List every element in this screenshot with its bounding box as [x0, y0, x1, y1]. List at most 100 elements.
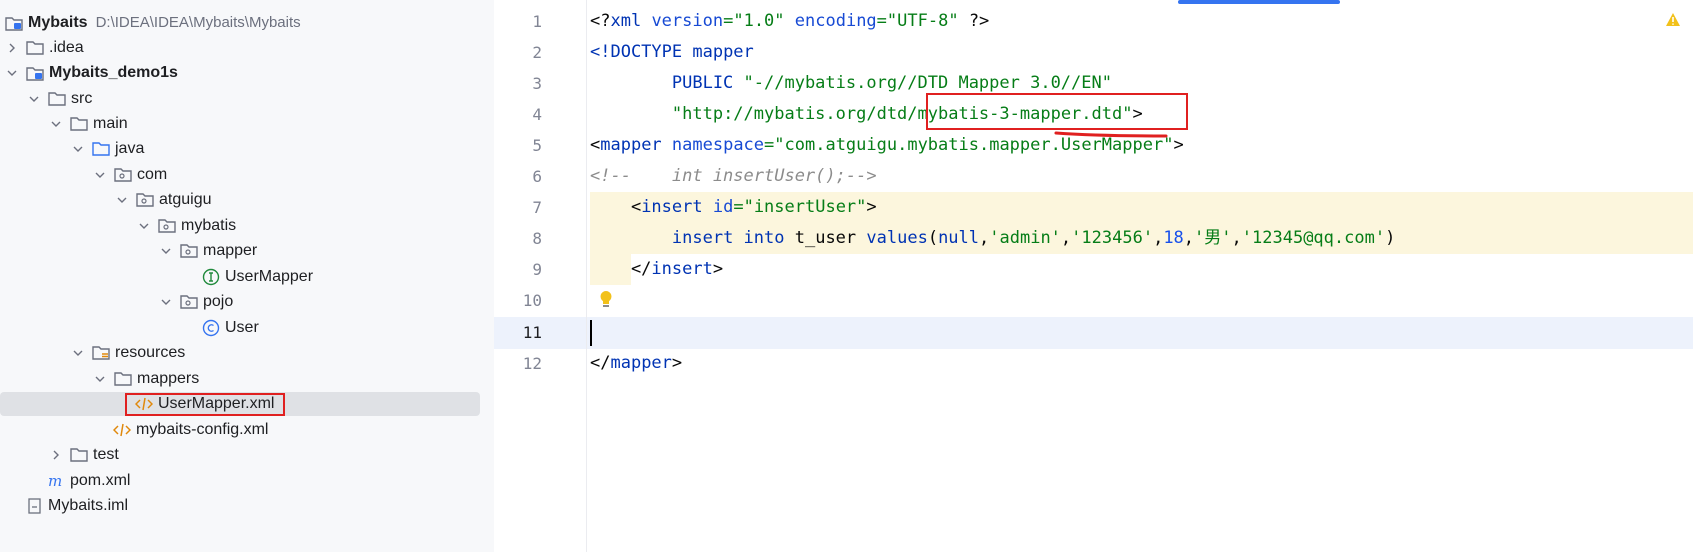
tree-item-idea[interactable]: .idea: [0, 35, 494, 60]
tree-item-label: User: [225, 318, 259, 336]
code-line-4: "http://mybatis.org/dtd/mybatis-3-mapper…: [671, 104, 1143, 124]
folder-icon: [47, 90, 67, 108]
class-icon: [201, 319, 221, 337]
tree-item-mapper[interactable]: mapper: [0, 238, 494, 263]
package-icon: [179, 293, 199, 311]
tree-item-src[interactable]: src: [0, 86, 494, 111]
line-number: 1: [532, 12, 542, 31]
chevron-down-icon[interactable]: [137, 219, 151, 233]
svg-text:m: m: [48, 473, 62, 489]
tree-item-label: mybaits-config.xml: [136, 420, 269, 438]
lightbulb-icon[interactable]: [598, 290, 614, 315]
annotation-underline: [1054, 131, 1168, 138]
tree-item-label: Mybaits_demo1s: [49, 63, 178, 81]
tree-item-label: .idea: [49, 38, 84, 56]
folder-icon: [113, 370, 133, 388]
tree-item-test[interactable]: test: [0, 442, 494, 467]
line-number: 7: [532, 198, 542, 217]
code-editor[interactable]: 1 2 3 4 5 6 7 8 9 10 11 12 <?xml version…: [494, 0, 1693, 552]
tree-item-com[interactable]: com: [0, 162, 494, 187]
tree-root[interactable]: Mybaits D:\IDEA\IDEA\Mybaits\Mybaits: [0, 10, 494, 35]
chevron-down-icon[interactable]: [27, 92, 41, 106]
tree-item-label: atguigu: [159, 190, 212, 208]
tree-item-usermapper-xml[interactable]: UserMapper.xml: [0, 391, 494, 416]
line-number: 10: [522, 291, 542, 310]
chevron-down-icon[interactable]: [115, 193, 129, 207]
chevron-down-icon[interactable]: [49, 117, 63, 131]
resources-folder-icon: [91, 344, 111, 362]
tree-item-label: main: [93, 114, 128, 132]
xml-file-icon: [134, 395, 154, 413]
code-line-8: insert into t_user values(null,'admin','…: [671, 228, 1396, 248]
line-number: 9: [532, 260, 542, 279]
package-icon: [157, 217, 177, 235]
line-number: 4: [532, 105, 542, 124]
tree-item-user[interactable]: User: [0, 315, 494, 340]
caret-line-highlight: [494, 317, 1693, 349]
chevron-down-icon[interactable]: [71, 346, 85, 360]
folder-icon: [25, 39, 45, 57]
maven-icon: m: [46, 472, 66, 490]
line-number: 3: [532, 74, 542, 93]
line-number: 5: [532, 136, 542, 155]
project-root-name: Mybaits: [28, 13, 88, 31]
tree-item-config-xml[interactable]: mybaits-config.xml: [0, 417, 494, 442]
tree-item-label: pojo: [203, 292, 234, 310]
tree-item-iml[interactable]: Mybaits.iml: [0, 493, 494, 518]
chevron-right-icon[interactable]: [5, 41, 19, 55]
tree-item-label: src: [71, 89, 93, 107]
tree-item-label: test: [93, 445, 119, 463]
code-line-2: <!DOCTYPE mapper: [590, 42, 754, 62]
chevron-down-icon[interactable]: [159, 244, 173, 258]
tree-item-label: mapper: [203, 241, 258, 259]
tree-item-module[interactable]: Mybaits_demo1s: [0, 60, 494, 85]
tree-item-mybatis[interactable]: mybatis: [0, 213, 494, 238]
code-line-7: <insert id="insertUser">: [590, 197, 877, 217]
project-tree-panel: Mybaits D:\IDEA\IDEA\Mybaits\Mybaits .id…: [0, 0, 494, 552]
chevron-right-icon[interactable]: [49, 448, 63, 462]
folder-icon: [69, 446, 89, 464]
tree-item-atguigu[interactable]: atguigu: [0, 187, 494, 212]
package-icon: [135, 191, 155, 209]
horizontal-scroll-thumb[interactable]: [1178, 0, 1340, 4]
folder-icon: [69, 115, 89, 133]
tree-item-label: UserMapper.xml: [158, 394, 275, 412]
tree-item-java[interactable]: java: [0, 136, 494, 161]
code-line-6: <!-- int insertUser();-->: [590, 166, 877, 186]
line-number: 8: [532, 229, 542, 248]
tree-item-resources[interactable]: resources: [0, 340, 494, 365]
tree-item-label: pom.xml: [70, 471, 131, 489]
package-icon: [113, 166, 133, 184]
xml-file-icon: [112, 421, 132, 439]
line-number: 6: [532, 167, 542, 186]
chevron-down-icon[interactable]: [93, 168, 107, 182]
tree-item-usermapper[interactable]: UserMapper: [0, 264, 494, 289]
project-root-path: D:\IDEA\IDEA\Mybaits\Mybaits: [95, 14, 301, 31]
code-line-3: PUBLIC "-//mybatis.org//DTD Mapper 3.0//…: [590, 73, 1112, 93]
line-number: 12: [522, 354, 542, 373]
tree-item-label: Mybaits.iml: [48, 496, 129, 514]
chevron-down-icon[interactable]: [71, 142, 85, 156]
package-icon: [179, 242, 199, 260]
tree-item-pom[interactable]: m pom.xml: [0, 468, 494, 493]
module-icon: [25, 64, 45, 82]
tree-item-mappers[interactable]: mappers: [0, 366, 494, 391]
tree-item-pojo[interactable]: pojo: [0, 289, 494, 314]
tree-item-label: mybatis: [181, 216, 237, 234]
tree-item-label: com: [137, 165, 168, 183]
code-line-12: </mapper>: [590, 353, 683, 373]
tree-item-label: mappers: [137, 369, 200, 387]
text-caret: [590, 320, 592, 346]
line-number-gutter: 1 2 3 4 5 6 7 8 9 10 11 12: [494, 0, 587, 552]
chevron-down-icon[interactable]: [93, 372, 107, 386]
code-line-9: </insert>: [590, 259, 724, 279]
line-number: 11: [522, 323, 542, 342]
tree-item-label: resources: [115, 343, 186, 361]
chevron-down-icon[interactable]: [159, 295, 173, 309]
module-icon: [4, 14, 24, 32]
interface-icon: [201, 268, 221, 286]
line-number: 2: [532, 43, 542, 62]
tree-item-label: java: [115, 139, 145, 157]
tree-item-main[interactable]: main: [0, 111, 494, 136]
chevron-down-icon[interactable]: [5, 66, 19, 80]
